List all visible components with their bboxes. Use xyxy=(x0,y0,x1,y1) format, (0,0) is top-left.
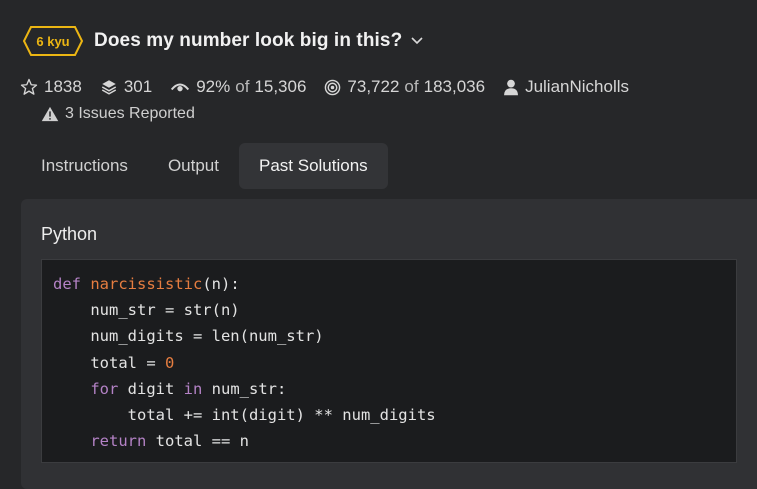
of-label: of xyxy=(404,77,419,96)
code-line: def narcissistic(n): xyxy=(53,275,240,293)
tab-bar: Instructions Output Past Solutions xyxy=(21,143,388,189)
chevron-down-icon[interactable] xyxy=(410,36,424,46)
satisfaction-rating: 92% xyxy=(196,77,231,96)
warning-icon xyxy=(41,106,59,122)
author-stat[interactable]: JulianNicholls xyxy=(503,77,629,97)
code-line: num_digits = len(num_str) xyxy=(53,327,324,346)
kata-stats: 1838 301 92% of 15,306 73,722 of 183,036 xyxy=(20,77,647,97)
votes-count: 15,306 xyxy=(254,77,307,96)
completed-count: 73,722 xyxy=(347,77,400,96)
satisfaction-stat: 92% of 15,306 xyxy=(170,77,306,97)
collections-stat[interactable]: 301 xyxy=(100,77,152,97)
star-icon xyxy=(20,78,38,95)
code-line: total = 0 xyxy=(53,353,175,372)
kata-title[interactable]: Does my number look big in this? xyxy=(94,30,402,52)
kata-header: 6 kyu Does my number look big in this? xyxy=(22,25,424,57)
tab-instructions[interactable]: Instructions xyxy=(21,143,148,189)
user-icon xyxy=(504,79,519,95)
target-icon xyxy=(325,79,341,95)
language-heading: Python xyxy=(41,224,98,244)
stars-stat[interactable]: 1838 xyxy=(20,77,82,97)
rank-badge: 6 kyu xyxy=(22,25,84,57)
code-line: total += int(digit) ** num_digits xyxy=(53,406,436,425)
stars-count: 1838 xyxy=(44,77,82,96)
tab-past-solutions[interactable]: Past Solutions xyxy=(238,143,388,189)
issues-label: 3 Issues Reported xyxy=(65,105,195,122)
issues-link[interactable]: 3 Issues Reported xyxy=(41,105,195,123)
code-line: return total == n xyxy=(90,432,249,451)
solution-panel: Python def narcissistic(n): num_str = st… xyxy=(21,199,757,489)
code-line: num_str = str(n) xyxy=(53,301,240,320)
completed-stat: 73,722 of 183,036 xyxy=(324,77,485,97)
code-line: for digit in num_str: xyxy=(90,379,287,398)
code-block[interactable]: def narcissistic(n): num_str = str(n) nu… xyxy=(41,259,737,463)
tab-output[interactable]: Output xyxy=(148,143,239,189)
eye-icon xyxy=(171,83,190,92)
attempts-count: 183,036 xyxy=(423,77,486,96)
layers-icon xyxy=(101,80,116,95)
collections-count: 301 xyxy=(123,77,153,96)
rank-label: 6 kyu xyxy=(36,33,70,49)
author-name[interactable]: JulianNicholls xyxy=(525,77,629,97)
of-label: of xyxy=(235,77,250,96)
